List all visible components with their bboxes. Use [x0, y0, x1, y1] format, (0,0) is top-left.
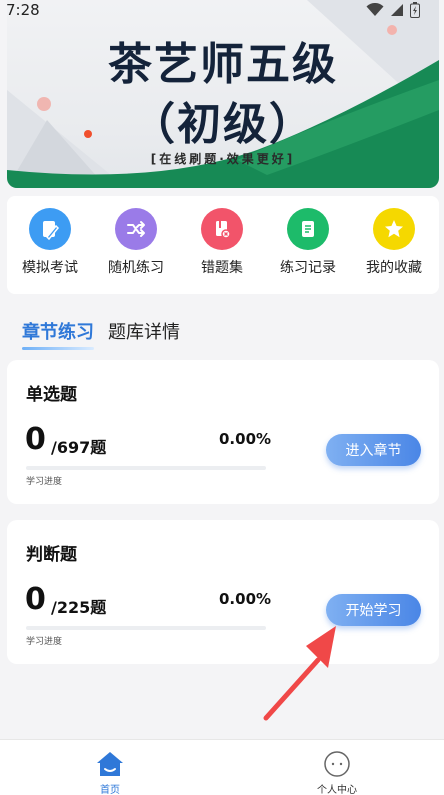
nav-home-label: 首页 [100, 785, 120, 795]
profile-icon [324, 751, 350, 777]
chapter-done-count: 0 [25, 422, 46, 457]
wrong-book-icon [201, 208, 243, 250]
tab-bank-details[interactable]: 题库详情 [108, 318, 180, 350]
status-bar: 7:28 [0, 0, 444, 24]
status-icons [366, 2, 420, 18]
tab-chapter-practice[interactable]: 章节练习 [22, 318, 94, 350]
nav-profile-label: 个人中心 [317, 785, 357, 795]
chapter-name: 判断题 [26, 545, 77, 565]
quick-action-label: 我的收藏 [366, 260, 422, 276]
banner-slogan: [在线刷题·效果更好] [150, 152, 296, 166]
chapter-total-count: /225题 [51, 598, 107, 617]
wifi-icon [366, 3, 384, 16]
nav-profile[interactable]: 个人中心 [297, 750, 377, 795]
annotation-arrow-icon [263, 626, 336, 721]
chapter-progress-bar [26, 466, 266, 470]
quick-action-label: 错题集 [201, 260, 243, 276]
signal-icon [391, 4, 403, 16]
banner-level: （初级） [131, 99, 315, 150]
bottom-navigation: 首页 个人中心 [0, 739, 444, 795]
star-icon [373, 208, 415, 250]
chapter-percent: 0.00% [219, 590, 272, 608]
shuffle-icon [115, 208, 157, 250]
course-banner[interactable]: 茶艺师五级 （初级） [在线刷题·效果更好] [7, 0, 439, 188]
chapter-name: 单选题 [26, 385, 77, 405]
home-icon [97, 752, 123, 776]
quick-action-practice-record[interactable]: 练习记录 [265, 208, 351, 277]
battery-icon [410, 2, 420, 18]
record-icon [287, 208, 329, 250]
quick-action-random-practice[interactable]: 随机练习 [93, 208, 179, 277]
tab-bar: 章节练习 题库详情 [22, 318, 180, 350]
quick-action-wrong-questions[interactable]: 错题集 [179, 208, 265, 277]
chapter-progress-label: 学习进度 [26, 637, 63, 647]
banner-title: 茶艺师五级 [108, 39, 338, 90]
status-time: 7:28 [6, 1, 40, 19]
quick-action-favorites[interactable]: 我的收藏 [351, 208, 437, 277]
quick-actions-card: 模拟考试 随机练习 错题集 练习记录 我的收藏 [7, 196, 439, 294]
chapter-total-count: /697题 [51, 438, 107, 457]
chapter-card-single-choice: 单选题 0 /697题 0.00% 学习进度 进入章节 [7, 360, 439, 504]
quick-action-label: 随机练习 [108, 260, 164, 276]
chapter-progress-bar [26, 626, 266, 630]
chapter-done-count: 0 [25, 582, 46, 617]
nav-home[interactable]: 首页 [70, 750, 150, 795]
chapter-progress-label: 学习进度 [26, 477, 63, 487]
chapter-percent: 0.00% [219, 430, 272, 448]
quick-action-label: 练习记录 [280, 260, 336, 276]
quick-action-label: 模拟考试 [22, 260, 78, 276]
enter-chapter-button[interactable]: 进入章节 [326, 434, 421, 466]
quick-action-mock-exam[interactable]: 模拟考试 [7, 208, 93, 277]
exam-edit-icon [29, 208, 71, 250]
